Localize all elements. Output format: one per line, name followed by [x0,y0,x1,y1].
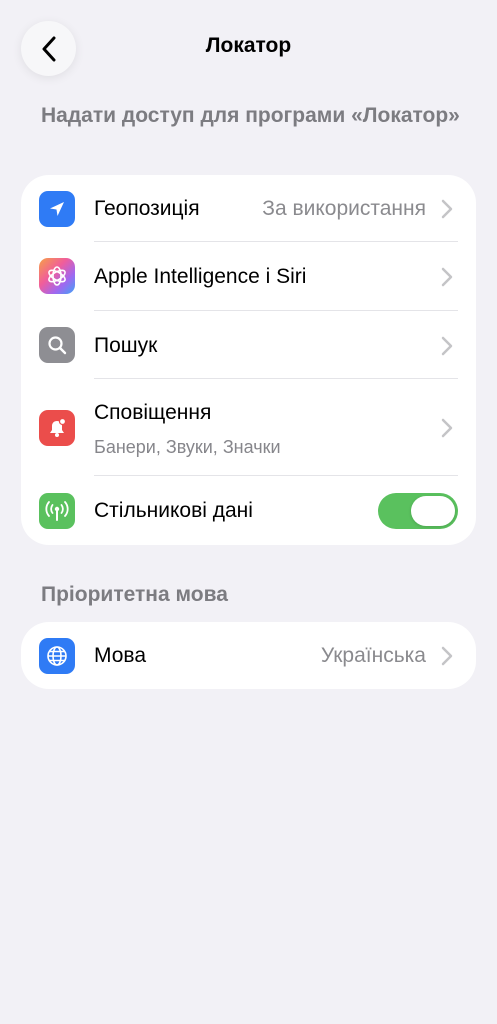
section-header-access: Надати доступ для програми «Локатор» [41,104,460,127]
row-label: Сповіщення [94,401,212,424]
row-language[interactable]: Мова Українська [21,622,476,689]
cellular-icon [39,493,75,529]
row-sublabel: Банери, Звуки, Значки [94,437,281,457]
row-label: Геопозиція [94,197,200,220]
location-arrow-icon [39,191,75,227]
row-location[interactable]: Геопозиція За використання [21,175,476,242]
chevron-right-icon [441,267,453,287]
globe-icon [39,638,75,674]
access-settings-group: Геопозиція За використання Apple Intelli… [21,175,476,545]
row-apple-intelligence[interactable]: Apple Intelligence і Siri [21,242,476,310]
settings-screen: Локатор Надати доступ для програми «Лока… [0,0,497,1024]
row-cellular-data: Стільникові дані [21,476,476,545]
row-label: Пошук [94,334,158,357]
chevron-right-icon [441,199,453,219]
language-value: Українська [320,644,426,667]
row-label: Apple Intelligence і Siri [94,265,307,288]
apple-intelligence-icon [39,258,75,294]
chevron-right-icon [441,418,453,438]
row-notifications[interactable]: Сповіщення Банери, Звуки, Значки [21,379,476,476]
chevron-right-icon [441,336,453,356]
section-header-language: Пріоритетна мова [41,583,228,606]
cellular-data-toggle[interactable] [378,493,458,529]
row-search[interactable]: Пошук [21,311,476,379]
search-icon [39,327,75,363]
toggle-knob [411,496,455,526]
chevron-right-icon [441,646,453,666]
language-settings-group: Мова Українська [21,622,476,689]
page-title: Локатор [205,34,292,57]
row-label: Стільникові дані [94,499,253,522]
notifications-icon [39,410,75,446]
location-value: За використання [262,197,426,220]
row-label: Мова [94,644,147,667]
